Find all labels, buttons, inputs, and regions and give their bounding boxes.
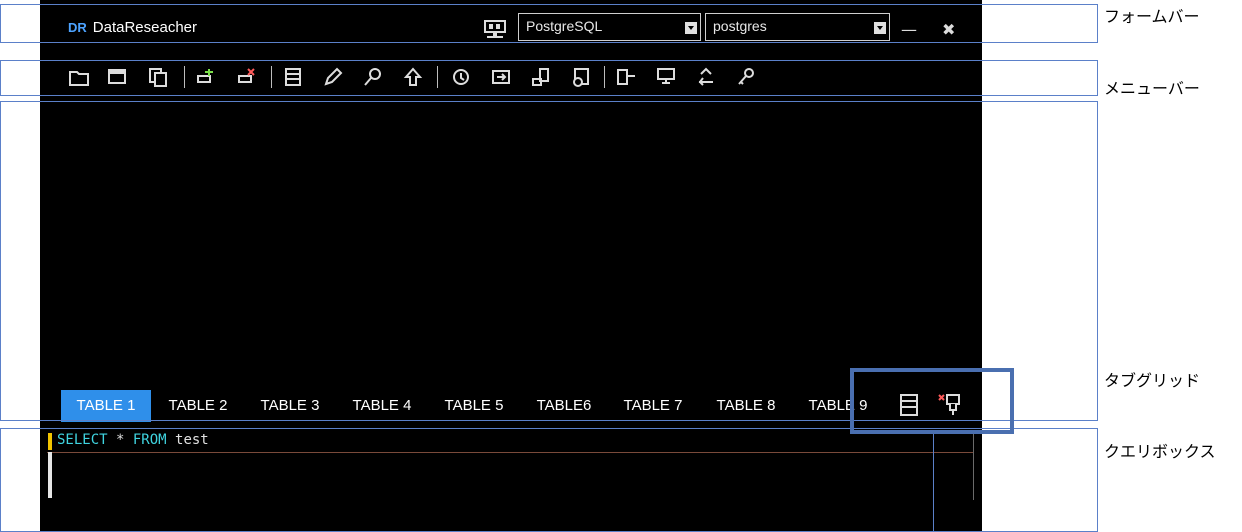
menu-bar-label: メニューバー <box>1104 79 1200 98</box>
menu-bar-box <box>0 60 1098 96</box>
form-bar-box <box>0 4 1098 43</box>
form-bar-label: フォームバー <box>1104 7 1200 26</box>
callout-line <box>933 434 934 532</box>
tab-grid-label: タブグリッド <box>1104 371 1201 390</box>
tab-tools-highlight <box>850 368 1014 434</box>
query-box-label: クエリボックス <box>1104 442 1216 461</box>
